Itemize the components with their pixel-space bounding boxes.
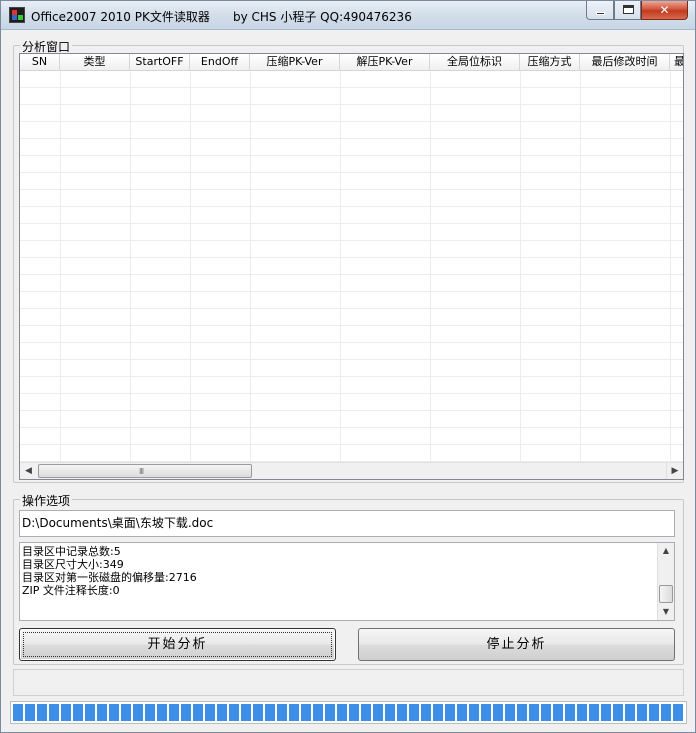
stop-analysis-label: 停止分析: [486, 637, 547, 652]
stop-analysis-button[interactable]: 停止分析: [358, 628, 675, 661]
minimize-icon: [596, 12, 605, 15]
grid-line: [190, 71, 191, 463]
column-header-truncated[interactable]: 最: [670, 54, 683, 71]
column-header-flags[interactable]: 全局位标识: [430, 54, 520, 71]
column-header-startoff[interactable]: StartOFF: [130, 54, 190, 71]
column-header-compress-ver[interactable]: 压缩PK-Ver: [250, 54, 340, 71]
column-header-endoff[interactable]: EndOff: [190, 54, 250, 71]
status-bar: [13, 669, 684, 696]
scroll-grip: III: [139, 467, 144, 476]
grid-line: [670, 71, 671, 463]
scroll-up-icon[interactable]: ▲: [658, 543, 674, 559]
focus-rect: [23, 632, 332, 657]
maximize-icon: [623, 5, 634, 14]
window-title: Office2007 2010 PK文件读取器: [31, 10, 210, 24]
close-button[interactable]: ✕: [641, 1, 688, 20]
grid-line: [340, 71, 341, 463]
grid-line: [580, 71, 581, 463]
column-header-extract-ver[interactable]: 解压PK-Ver: [340, 54, 430, 71]
close-icon: ✕: [659, 3, 670, 17]
log-textarea[interactable]: 目录区中记录总数:5 目录区尺寸大小:349 目录区对第一张磁盘的偏移量:271…: [19, 542, 675, 621]
scroll-down-icon[interactable]: ▼: [658, 604, 674, 620]
scroll-left-icon[interactable]: ◀: [20, 463, 37, 479]
log-line: 目录区中记录总数:5: [22, 545, 121, 558]
table-header: SN 类型 StartOFF EndOff 压缩PK-Ver 解压PK-Ver …: [20, 54, 683, 71]
log-lines: 目录区中记录总数:5 目录区尺寸大小:349 目录区对第一张磁盘的偏移量:271…: [22, 545, 197, 597]
grid-line: [60, 71, 61, 463]
grid-line: [430, 71, 431, 463]
vertical-scrollbar[interactable]: ▲ ▼: [657, 543, 674, 620]
title-bar[interactable]: Office2007 2010 PK文件读取器 by CHS 小程子 QQ:49…: [1, 1, 695, 30]
log-line: 目录区对第一张磁盘的偏移量:2716: [22, 571, 197, 584]
grid-line: [520, 71, 521, 463]
log-line: 目录区尺寸大小:349: [22, 558, 124, 571]
column-header-method[interactable]: 压缩方式: [520, 54, 580, 71]
table-body: [20, 71, 683, 463]
progress-bar: [10, 701, 687, 724]
maximize-button[interactable]: [614, 1, 641, 20]
minimize-button[interactable]: [586, 1, 614, 20]
vertical-scroll-thumb[interactable]: [659, 585, 673, 603]
author-label: by CHS 小程子 QQ:490476236: [233, 10, 412, 24]
grid-line: [130, 71, 131, 463]
horizontal-scrollbar[interactable]: ◀ III ▶: [20, 462, 683, 479]
file-path-input[interactable]: D:\Documents\桌面\东坡下载.doc: [19, 510, 675, 537]
log-line: ZIP 文件注释长度:0: [22, 584, 120, 597]
start-analysis-button[interactable]: 开始分析: [19, 628, 336, 661]
scroll-right-icon[interactable]: ▶: [666, 463, 683, 479]
pk-records-table[interactable]: SN 类型 StartOFF EndOff 压缩PK-Ver 解压PK-Ver …: [19, 53, 684, 480]
column-header-type[interactable]: 类型: [60, 54, 130, 71]
options-group-label: 操作选项: [20, 492, 73, 509]
main-window: Office2007 2010 PK文件读取器 by CHS 小程子 QQ:49…: [0, 0, 696, 733]
column-header-sn[interactable]: SN: [20, 54, 60, 71]
horizontal-scroll-thumb[interactable]: III: [38, 464, 252, 478]
app-icon: [9, 7, 25, 23]
column-header-modified-time[interactable]: 最后修改时间: [580, 54, 670, 71]
grid-line: [250, 71, 251, 463]
progress-fill: [13, 704, 684, 721]
